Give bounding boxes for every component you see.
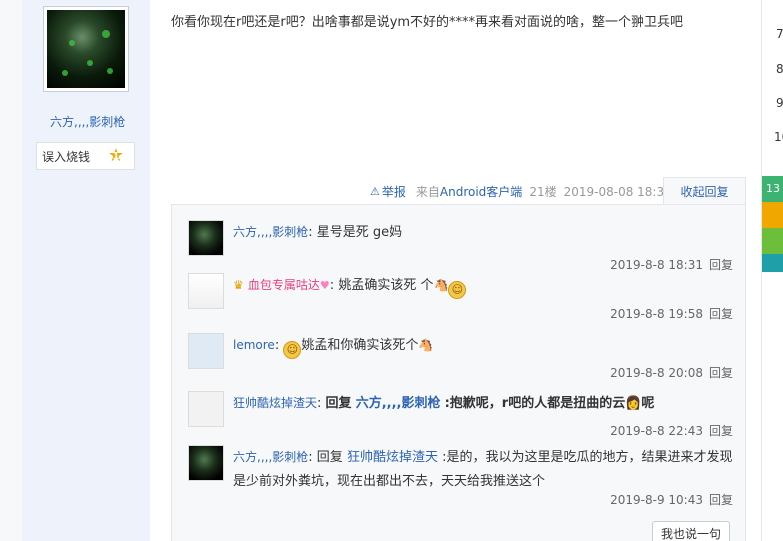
- avatar-image: [47, 10, 125, 88]
- reply-meta: 2019-8-8 22:43 回复: [610, 422, 733, 439]
- reply-word: 回复: [325, 396, 352, 411]
- smile-emoji-icon: ☺: [448, 281, 467, 299]
- sub-reply-panel: 六方,,,,影刺枪: 星号是死 ge妈 2019-8-8 18:31 回复 ♛ 血…: [171, 204, 746, 541]
- colon: :: [308, 450, 317, 465]
- reply-text: 姚孟和你确实该死个: [301, 338, 419, 353]
- report-link[interactable]: ⚠ 举报: [370, 183, 406, 200]
- reply-avatar[interactable]: [188, 333, 224, 369]
- reply-to-user[interactable]: 六方,,,,影刺枪: [356, 396, 441, 411]
- list-number: 9: [776, 96, 783, 110]
- reply-content: ♛ 血包专属咕达♥: 姚孟确实该死 个🐴 ☺: [233, 273, 738, 299]
- level-star-icon: ★ 1: [107, 145, 125, 166]
- heart-icon: ♥: [319, 279, 330, 292]
- post-content: 你看你现在r吧还是r吧？出啥事都是说ym不好的****再来看对面说的啥，整一个翀…: [171, 15, 684, 30]
- person-emoji-icon: 👩: [625, 396, 642, 411]
- side-icon-tile[interactable]: [762, 254, 783, 272]
- reply-button[interactable]: 回复: [709, 493, 733, 507]
- reply-username[interactable]: 狂帅酷炫掉渣天: [233, 396, 317, 410]
- reply-meta: 2019-8-8 18:31 回复: [610, 256, 733, 273]
- side-icon-tile[interactable]: [762, 202, 783, 228]
- reply-content: 六方,,,,影刺枪: 星号是死 ge妈: [233, 220, 738, 245]
- smile-emoji-icon: ☺: [283, 341, 302, 359]
- post-source: 来自Android客户端: [416, 183, 522, 200]
- list-number: 10: [774, 130, 783, 144]
- reply-text: 姚孟确实该死 个: [338, 278, 434, 293]
- source-prefix: 来自: [415, 185, 440, 199]
- reply-username[interactable]: 血包专属咕达: [248, 278, 320, 292]
- reply-meta: 2019-8-8 19:58 回复: [610, 305, 733, 322]
- reply-button[interactable]: 回复: [709, 424, 733, 438]
- reply-username[interactable]: lemore: [233, 338, 275, 352]
- rank-badge[interactable]: 误入烧钱 ★ 1: [36, 142, 135, 170]
- horse-emoji-icon: 🐴: [433, 278, 449, 292]
- reply-content: 六方,,,,影刺枪: 回复 狂帅酷炫掉渣天 :是的，我以为这里是吃瓜的地方，结果…: [233, 445, 738, 494]
- reply-button[interactable]: 回复: [709, 366, 733, 380]
- author-username[interactable]: 六方,,,,影刺枪: [50, 113, 125, 130]
- crown-icon: ♛: [233, 278, 244, 292]
- add-reply-button[interactable]: 我也说一句: [652, 521, 730, 541]
- reply-text: :抱歉呢，r吧的人都是扭曲的云: [444, 396, 626, 411]
- reply-content: lemore: ☺ 姚孟和你确实该死个🐴: [233, 333, 738, 359]
- reply-text: 星号是死 ge妈: [316, 225, 403, 240]
- reply-time: 2019-8-8 19:58: [610, 307, 703, 321]
- source-app-link[interactable]: Android客户端: [440, 185, 522, 199]
- report-label: 举报: [381, 185, 406, 199]
- colon: :: [308, 225, 317, 240]
- reply-avatar[interactable]: [188, 391, 224, 427]
- list-number: 7: [776, 27, 783, 41]
- reply-time: 2019-8-9 10:43: [610, 493, 703, 507]
- reply-button[interactable]: 回复: [709, 307, 733, 321]
- reply-content: 狂帅酷炫掉渣天: 回复 六方,,,,影刺枪 :抱歉呢，r吧的人都是扭曲的云👩呢: [233, 391, 738, 416]
- level-number: 1: [112, 151, 120, 162]
- reply-avatar[interactable]: [188, 220, 224, 256]
- reply-meta: 2019-8-8 20:08 回复: [610, 364, 733, 381]
- reply-text-tail: 呢: [641, 396, 655, 411]
- right-sidebar: 7 8 9 10 13: [761, 0, 783, 541]
- list-number: 8: [776, 62, 783, 76]
- horse-emoji-icon: 🐴: [418, 338, 434, 352]
- floor-number: 21楼: [529, 185, 557, 199]
- colon: :: [274, 338, 284, 353]
- author-avatar[interactable]: [43, 6, 129, 92]
- reply-username[interactable]: 六方,,,,影刺枪: [233, 225, 308, 239]
- side-badge[interactable]: 13: [762, 176, 783, 202]
- reply-username[interactable]: 六方,,,,影刺枪: [233, 450, 308, 464]
- collapse-replies-button[interactable]: 收起回复: [663, 177, 746, 205]
- colon: :: [317, 396, 326, 411]
- reply-avatar[interactable]: [188, 445, 224, 481]
- post-tail: ⚠ 举报 来自Android客户端 21楼 2019-08-08 18:31: [370, 183, 672, 200]
- post-timestamp: 2019-08-08 18:31: [563, 184, 672, 199]
- side-icon-tile[interactable]: [762, 228, 783, 254]
- reply-time: 2019-8-8 22:43: [610, 424, 703, 438]
- warning-icon: ⚠: [370, 185, 380, 198]
- rank-title: 误入烧钱: [42, 149, 91, 164]
- reply-button[interactable]: 回复: [709, 258, 733, 272]
- reply-avatar[interactable]: [188, 273, 224, 309]
- reply-time: 2019-8-8 18:31: [610, 258, 703, 272]
- reply-to-user[interactable]: 狂帅酷炫掉渣天: [347, 450, 438, 465]
- reply-time: 2019-8-8 20:08: [610, 366, 703, 380]
- reply-meta: 2019-8-9 10:43 回复: [610, 491, 733, 508]
- reply-word: 回复: [316, 450, 343, 465]
